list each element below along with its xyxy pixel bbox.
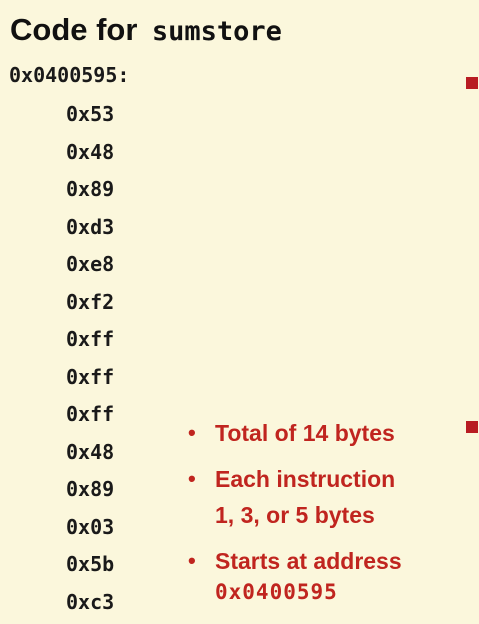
- note-start-address-code: 0x0400595: [215, 579, 402, 605]
- note-total-bytes: • Total of 14 bytes: [188, 415, 402, 451]
- byte-item: 0x53: [66, 99, 114, 137]
- byte-item: 0x03: [66, 512, 114, 550]
- note-instruction-line1: Each instruction: [215, 461, 402, 497]
- byte-item: 0x89: [66, 474, 114, 512]
- byte-item: 0xd3: [66, 212, 114, 250]
- byte-item: 0x89: [66, 174, 114, 212]
- slide-title-function: sumstore: [152, 16, 282, 47]
- note-start-line1: Starts at address: [215, 543, 402, 579]
- red-dot-bullet-icon: •: [188, 543, 196, 579]
- red-square-bullet-icon: [466, 421, 478, 433]
- red-dot-bullet-icon: •: [188, 461, 196, 497]
- byte-item: 0xe8: [66, 249, 114, 287]
- byte-item: 0x5b: [66, 549, 114, 587]
- note-instruction-line2: 1, 3, or 5 bytes: [215, 497, 402, 533]
- slide-title: Code for sumstore: [10, 10, 282, 52]
- red-dot-bullet-icon: •: [188, 415, 196, 451]
- note-instruction-size: • Each instruction 1, 3, or 5 bytes: [188, 461, 402, 533]
- byte-list: 0x53 0x48 0x89 0xd3 0xe8 0xf2 0xff 0xff …: [66, 99, 114, 624]
- byte-item: 0xc3: [66, 587, 114, 624]
- byte-item: 0xff: [66, 399, 114, 437]
- note-start-address: • Starts at address 0x0400595: [188, 543, 402, 605]
- byte-item: 0x48: [66, 137, 114, 175]
- byte-item: 0x48: [66, 437, 114, 475]
- byte-item: 0xf2: [66, 287, 114, 325]
- slide-title-text: Code for: [10, 12, 137, 47]
- byte-item: 0xff: [66, 324, 114, 362]
- start-address-label: 0x0400595:: [9, 62, 129, 88]
- notes-list: • Total of 14 bytes • Each instruction 1…: [188, 415, 402, 605]
- slide: { "title": { "text": "Code for", "code":…: [0, 0, 479, 623]
- note-total-text: Total of 14 bytes: [215, 415, 402, 451]
- byte-item: 0xff: [66, 362, 114, 400]
- red-square-bullet-icon: [466, 77, 478, 89]
